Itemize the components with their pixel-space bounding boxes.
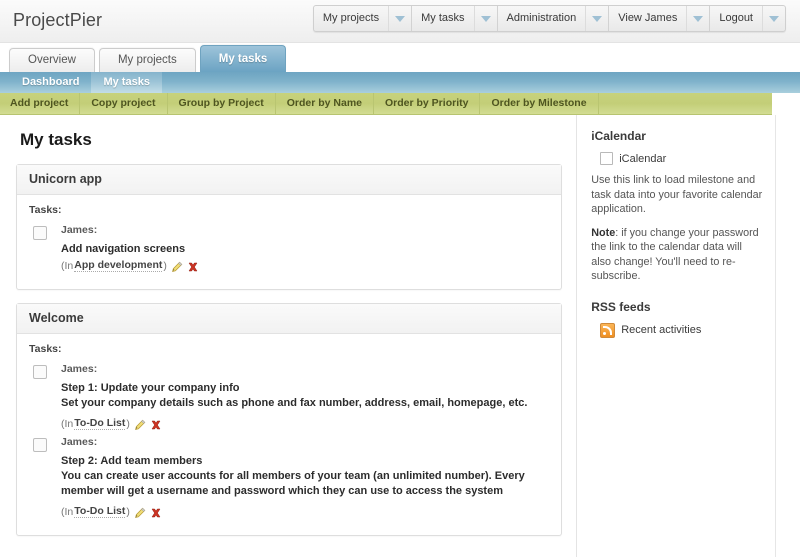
rss-feeds-heading: RSS feeds <box>591 299 651 314</box>
task-meta-prefix: (In <box>61 259 74 272</box>
task-meta-suffix: ) <box>126 417 130 430</box>
task-row: James: Step 1: Update your company info … <box>29 363 549 432</box>
icalendar-note-text: : if you change your password the link t… <box>591 226 759 283</box>
tab-my-tasks[interactable]: My tasks <box>199 45 287 72</box>
toolbar-group-by-project[interactable]: Group by Project <box>168 93 276 114</box>
task-row: James: Step 2: Add team members You can … <box>29 436 549 520</box>
task-content: James: Step 1: Update your company info … <box>61 363 549 430</box>
topnav-label: Administration <box>506 12 577 24</box>
icalendar-link[interactable]: iCalendar <box>600 152 763 165</box>
primary-tabs: Overview My projects My tasks <box>9 45 290 72</box>
app-window: ProjectPier My projects My tasks Adminis… <box>0 0 800 557</box>
task-meta-prefix: (In <box>61 505 74 518</box>
task-complete-checkbox[interactable] <box>33 438 47 452</box>
topnav-item-my-projects[interactable]: My projects <box>314 6 413 31</box>
top-navigation: My projects My tasks Administration View… <box>312 5 786 32</box>
content-area: My tasks Unicorn app Tasks: James: Add n… <box>0 115 776 557</box>
icalendar-description: Use this link to load milestone and task… <box>591 174 763 215</box>
subnav-item-dashboard[interactable]: Dashboard <box>10 72 91 93</box>
app-logo: ProjectPier <box>13 10 103 30</box>
chevron-down-icon[interactable] <box>762 6 785 31</box>
task-milestone-link[interactable]: To-Do List <box>74 505 126 518</box>
task-assignee: James: <box>61 224 98 236</box>
pencil-icon[interactable] <box>134 507 146 519</box>
tab-overview[interactable]: Overview <box>9 48 95 72</box>
primary-tabs-row: Overview My projects My tasks <box>0 43 800 72</box>
task-description: You can create user accounts for all mem… <box>61 470 525 497</box>
chevron-down-icon[interactable] <box>686 6 709 31</box>
task-complete-checkbox[interactable] <box>33 365 47 379</box>
project-panel-header: Welcome <box>17 304 562 334</box>
action-toolbar: Add project Copy project Group by Projec… <box>0 93 772 115</box>
topnav-label: Logout <box>719 12 753 24</box>
project-title[interactable]: Unicorn app <box>29 172 102 186</box>
task-meta: (In To-Do List) <box>61 503 549 518</box>
icalendar-link-label: iCalendar <box>619 152 667 165</box>
task-milestone-link[interactable]: App development <box>74 259 163 272</box>
chevron-down-icon[interactable] <box>473 6 497 31</box>
task-content: James: Add navigation screens (In App de… <box>61 224 549 272</box>
project-panel: Welcome Tasks: James: Step 1: Update you… <box>16 303 563 536</box>
task-meta-suffix: ) <box>163 259 167 272</box>
project-panel-header: Unicorn app <box>17 165 562 195</box>
task-name[interactable]: Step 1: Update your company info <box>61 382 549 394</box>
task-milestone-link[interactable]: To-Do List <box>74 417 126 430</box>
toolbar-copy-project[interactable]: Copy project <box>80 93 168 114</box>
task-complete-checkbox[interactable] <box>33 226 47 240</box>
tasks-label: Tasks: <box>29 204 62 216</box>
page-title: My tasks <box>20 130 92 149</box>
main-column: My tasks Unicorn app Tasks: James: Add n… <box>0 115 578 557</box>
delete-icon[interactable] <box>150 419 162 431</box>
project-title[interactable]: Welcome <box>29 311 84 325</box>
task-meta: (In App development) <box>61 257 549 272</box>
toolbar-order-by-name[interactable]: Order by Name <box>276 93 374 114</box>
icalendar-note-label: Note <box>591 226 616 239</box>
topnav-item-my-tasks[interactable]: My tasks <box>412 6 498 31</box>
icalendar-heading: iCalendar <box>591 129 646 143</box>
pencil-icon[interactable] <box>171 261 183 273</box>
rss-icon <box>600 322 616 338</box>
rss-link-label: Recent activities <box>621 324 702 336</box>
icalendar-note: Note: if you change your password the li… <box>591 226 763 284</box>
sidebar: iCalendar iCalendar Use this link to loa… <box>577 115 775 557</box>
task-content: James: Step 2: Add team members You can … <box>61 436 549 518</box>
project-panel-body: Tasks: James: Step 1: Update your compan… <box>17 334 561 535</box>
task-assignee: James: <box>61 436 98 448</box>
tab-my-projects[interactable]: My projects <box>98 48 196 72</box>
task-name[interactable]: Step 2: Add team members <box>61 455 549 467</box>
rss-recent-activities-link[interactable]: Recent activities <box>600 322 763 338</box>
secondary-navigation: Dashboard My tasks <box>0 72 800 93</box>
task-meta: (In To-Do List) <box>61 415 549 430</box>
chevron-down-icon[interactable] <box>388 6 411 31</box>
topnav-item-view-james[interactable]: View James <box>609 6 711 31</box>
project-panel-body: Tasks: James: Add navigation screens (In… <box>17 195 561 289</box>
task-row: James: Add navigation screens (In App de… <box>29 224 549 274</box>
app-header: ProjectPier My projects My tasks Adminis… <box>0 0 800 43</box>
pencil-icon[interactable] <box>134 419 146 431</box>
delete-icon[interactable] <box>187 261 199 273</box>
task-assignee: James: <box>61 363 98 375</box>
tasks-label: Tasks: <box>29 343 62 355</box>
task-description: Set your company details such as phone a… <box>61 397 528 409</box>
delete-icon[interactable] <box>150 507 162 519</box>
toolbar-order-by-milestone[interactable]: Order by Milestone <box>480 93 599 114</box>
task-name[interactable]: Add navigation screens <box>61 243 549 255</box>
toolbar-add-project[interactable]: Add project <box>0 93 81 114</box>
task-meta-prefix: (In <box>61 417 74 430</box>
topnav-item-logout[interactable]: Logout <box>710 6 785 31</box>
topnav-item-administration[interactable]: Administration <box>498 6 610 31</box>
topnav-label: My tasks <box>421 12 465 24</box>
subnav-item-my-tasks[interactable]: My tasks <box>91 72 162 93</box>
topnav-label: View James <box>618 12 678 24</box>
toolbar-order-by-priority[interactable]: Order by Priority <box>374 93 481 114</box>
project-panel: Unicorn app Tasks: James: Add navigation… <box>16 164 563 290</box>
calendar-icon <box>600 152 614 165</box>
chevron-down-icon[interactable] <box>585 6 608 31</box>
task-meta-suffix: ) <box>126 505 130 518</box>
topnav-label: My projects <box>322 12 380 24</box>
